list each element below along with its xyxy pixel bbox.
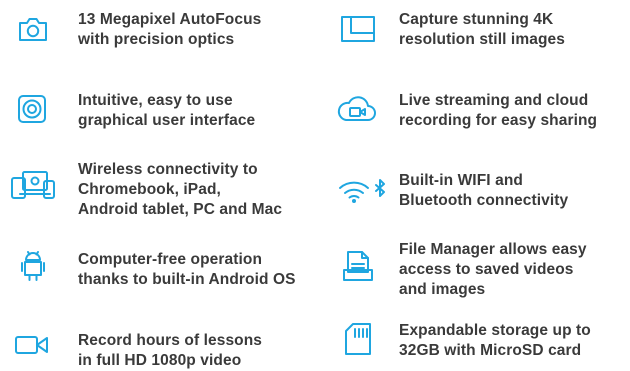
sd-card-icon xyxy=(344,322,372,356)
feature-text: File Manager allows easy access to saved… xyxy=(399,241,587,298)
feature-text: Built-in WIFI and Bluetooth connectivity xyxy=(399,172,569,209)
frame-icon xyxy=(340,15,376,43)
feature-text: Computer-free operation thanks to built-… xyxy=(78,251,296,288)
file-manager-icon xyxy=(342,250,374,282)
feature-text: Intuitive, easy to use graphical user in… xyxy=(78,92,256,129)
feature-text: Record hours of lessons in full HD 1080p… xyxy=(78,332,263,369)
cloud-camera-icon xyxy=(337,94,377,124)
wifi-bluetooth-icon xyxy=(338,178,388,204)
feature-text: Wireless connectivity to Chromebook, iPa… xyxy=(78,161,283,218)
feature-text: Expandable storage up to 32GB with Micro… xyxy=(399,322,591,359)
android-icon xyxy=(20,249,46,283)
interface-icon xyxy=(17,94,47,124)
feature-text: 13 Megapixel AutoFocus with precision op… xyxy=(78,11,262,48)
devices-icon xyxy=(10,170,56,202)
camera-icon xyxy=(18,16,48,42)
video-camera-icon xyxy=(14,334,50,356)
feature-text: Live streaming and cloud recording for e… xyxy=(399,92,598,129)
feature-text: Capture stunning 4K resolution still ima… xyxy=(399,11,565,48)
